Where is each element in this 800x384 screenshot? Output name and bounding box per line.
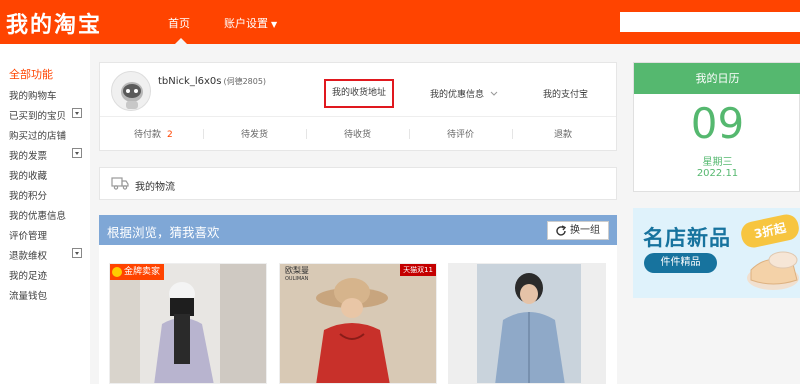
divider bbox=[512, 129, 513, 139]
divider bbox=[306, 129, 307, 139]
sidebar-item-cart[interactable]: 我的购物车 bbox=[9, 88, 57, 102]
order-pending-review[interactable]: 待评价 bbox=[447, 127, 474, 140]
recommend-list: 金牌卖家 欧梨曼 OULIMAN 天猫双11 bbox=[99, 245, 617, 384]
banner-subtitle: 件件精品 bbox=[644, 253, 717, 273]
sidebar-item-data-wallet[interactable]: 流量钱包 bbox=[9, 288, 47, 302]
sidebar-item-favorites[interactable]: 我的收藏 bbox=[9, 168, 47, 182]
order-pending-payment-count: 2 bbox=[167, 130, 173, 140]
sidebar-item-points[interactable]: 我的积分 bbox=[9, 188, 47, 202]
chevron-down-icon[interactable] bbox=[72, 108, 82, 118]
address-link[interactable]: 我的收货地址 bbox=[324, 79, 394, 108]
calendar-title: 我的日历 bbox=[634, 63, 800, 94]
brand-name-latin: OULIMAN bbox=[285, 276, 309, 282]
divider bbox=[409, 129, 410, 139]
order-pending-payment-label: 待付款 bbox=[134, 130, 162, 140]
nav-active-indicator bbox=[175, 38, 187, 44]
recommend-title: 根据浏览，猜我喜欢 bbox=[107, 225, 220, 240]
calendar-year-month: 2022.11 bbox=[696, 168, 739, 179]
truck-icon bbox=[111, 177, 129, 190]
chevron-down-icon bbox=[490, 91, 498, 96]
order-pending-receipt[interactable]: 待收货 bbox=[344, 127, 371, 140]
calendar-day: 09 bbox=[690, 99, 745, 148]
avatar[interactable] bbox=[111, 71, 151, 111]
product-card[interactable]: 欧梨曼 OULIMAN 天猫双11 bbox=[279, 263, 437, 384]
product-card[interactable] bbox=[448, 263, 606, 384]
sidebar-item-footprint[interactable]: 我的足迹 bbox=[9, 268, 47, 282]
sidebar-item-coupons[interactable]: 我的优惠信息 bbox=[9, 208, 66, 222]
tmall-11-tag: 天猫双11 bbox=[400, 264, 436, 276]
order-status-bar: 待付款 2 待发货 待收货 待评价 退款 bbox=[100, 116, 616, 150]
search-input[interactable] bbox=[620, 12, 800, 32]
username-text: tbNick_l6x0s bbox=[158, 76, 222, 87]
coupon-link-label: 我的优惠信息 bbox=[430, 90, 485, 100]
username: tbNick_l6x0s (伺德2805) bbox=[158, 76, 266, 87]
recommend-header: 根据浏览，猜我喜欢 换一组 bbox=[99, 215, 617, 245]
top-header: 我的淘宝 首页 账户设置 ▼ bbox=[0, 0, 800, 44]
chevron-down-icon: ▼ bbox=[271, 20, 278, 29]
banner-title: 名店新品 bbox=[643, 226, 731, 250]
nav-account-settings-label: 账户设置 bbox=[224, 17, 268, 30]
nav-account-settings[interactable]: 账户设置 ▼ bbox=[224, 15, 277, 31]
profile-card: tbNick_l6x0s (伺德2805) 我的收货地址 我的优惠信息 我的支付宝… bbox=[99, 62, 617, 151]
medal-icon bbox=[112, 267, 122, 277]
product-image bbox=[110, 264, 266, 383]
nav-home[interactable]: 首页 bbox=[168, 15, 190, 31]
coupon-link[interactable]: 我的优惠信息 bbox=[430, 87, 498, 100]
order-pending-payment[interactable]: 待付款 2 bbox=[134, 127, 173, 140]
sidebar-item-invoice[interactable]: 我的发票 bbox=[9, 148, 47, 162]
refresh-label: 换一组 bbox=[570, 225, 600, 236]
user-id-text: (伺德2805) bbox=[223, 77, 267, 86]
product-image bbox=[449, 264, 605, 383]
logo[interactable]: 我的淘宝 bbox=[6, 7, 102, 39]
sidebar: 全部功能 我的购物车 已买到的宝贝 购买过的店铺 我的发票 我的收藏 我的积分 … bbox=[0, 44, 90, 384]
sidebar-item-refunds[interactable]: 退款维权 bbox=[9, 248, 47, 262]
sidebar-title: 全部功能 bbox=[9, 68, 53, 81]
chevron-down-icon[interactable] bbox=[72, 148, 82, 158]
divider bbox=[203, 129, 204, 139]
refresh-icon bbox=[556, 225, 567, 236]
chevron-down-icon[interactable] bbox=[72, 248, 82, 258]
promo-banner[interactable]: 名店新品 3折起 件件精品 bbox=[633, 208, 800, 298]
sidebar-item-reviews[interactable]: 评价管理 bbox=[9, 228, 47, 242]
logistics-bar[interactable]: 我的物流 bbox=[99, 167, 617, 200]
order-refund[interactable]: 退款 bbox=[554, 127, 572, 140]
brand-name: 欧梨曼 bbox=[285, 266, 309, 275]
alipay-link[interactable]: 我的支付宝 bbox=[543, 87, 588, 100]
gold-seller-badge: 金牌卖家 bbox=[110, 264, 165, 280]
brand-logo: 欧梨曼 OULIMAN bbox=[285, 266, 309, 284]
sidebar-item-shops[interactable]: 购买过的店铺 bbox=[9, 128, 66, 142]
product-card[interactable]: 金牌卖家 bbox=[109, 263, 267, 384]
refresh-button[interactable]: 换一组 bbox=[547, 221, 609, 240]
order-pending-shipment[interactable]: 待发货 bbox=[241, 127, 268, 140]
sidebar-item-purchased[interactable]: 已买到的宝贝 bbox=[9, 108, 66, 122]
gold-seller-label: 金牌卖家 bbox=[124, 267, 161, 277]
logistics-label: 我的物流 bbox=[135, 182, 175, 193]
calendar-card: 我的日历 09 星期三 2022.11 bbox=[633, 62, 800, 192]
calendar-weekday: 星期三 bbox=[702, 157, 733, 168]
